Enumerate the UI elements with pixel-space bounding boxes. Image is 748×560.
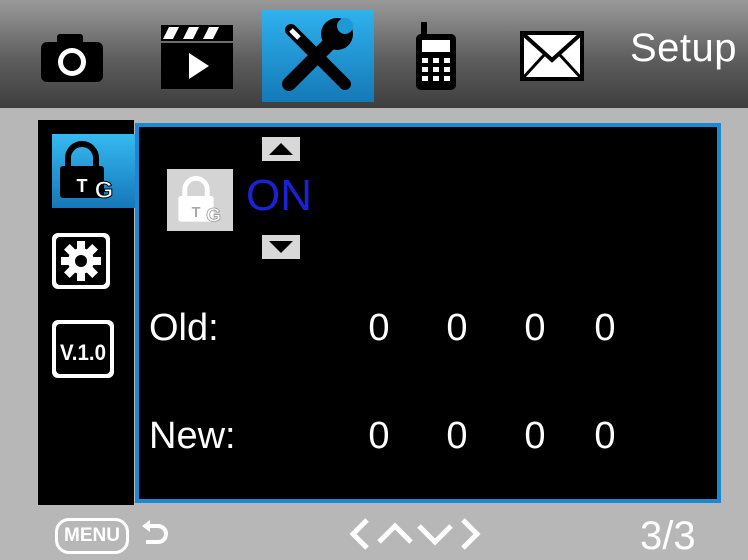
tab-video[interactable]	[142, 10, 252, 102]
settings-sidebar: T G V.1.0	[38, 120, 136, 505]
sidebar-item-general[interactable]	[50, 224, 136, 298]
cellphone-icon	[416, 22, 456, 90]
password-lock-icon: T G	[178, 176, 221, 227]
version-icon: V.1.0	[52, 320, 114, 378]
svg-text:G: G	[206, 206, 221, 227]
old-password-label: Old:	[149, 307, 219, 349]
password-lock-icon: T G	[60, 141, 114, 202]
chevron-down-icon[interactable]	[417, 524, 453, 546]
password-toggle-icon-box: T G	[167, 169, 233, 231]
version-label: V.1.0	[60, 340, 106, 365]
camera-icon	[41, 34, 103, 82]
new-password-digit[interactable]: 0	[437, 415, 477, 458]
chevron-right-icon[interactable]	[461, 518, 481, 550]
password-state-value[interactable]: ON	[246, 171, 312, 221]
top-tab-bar: Setup	[0, 0, 748, 108]
chevron-left-icon[interactable]	[349, 518, 369, 550]
svg-text:T: T	[192, 205, 201, 221]
new-password-digit[interactable]: 0	[359, 415, 399, 458]
old-password-digit[interactable]: 0	[585, 307, 625, 350]
chevron-up-icon	[269, 143, 293, 155]
back-arrow-icon[interactable]	[140, 520, 170, 548]
tab-camera[interactable]	[28, 10, 116, 102]
chevron-down-icon	[269, 241, 293, 253]
old-password-digit[interactable]: 0	[359, 307, 399, 350]
new-password-label: New:	[149, 415, 236, 457]
page-title: Setup	[630, 26, 738, 70]
decrease-button[interactable]	[262, 235, 300, 259]
navigation-arrows	[349, 518, 481, 550]
increase-button[interactable]	[262, 137, 300, 161]
password-panel: T G ON Old: 0 0 0 0 New: 0 0 0 0	[135, 123, 721, 503]
tab-settings[interactable]	[262, 10, 374, 102]
svg-text:T: T	[77, 176, 88, 196]
sidebar-item-version[interactable]: V.1.0	[50, 312, 136, 386]
footer-bar: MENU 3/3	[0, 508, 748, 560]
old-password-digit[interactable]: 0	[437, 307, 477, 350]
new-password-digit[interactable]: 0	[585, 415, 625, 458]
tools-icon	[282, 18, 353, 91]
page-indicator: 3/3	[640, 514, 696, 558]
video-clapper-icon	[161, 25, 233, 89]
gear-icon	[52, 233, 110, 289]
svg-text:G: G	[95, 177, 114, 202]
chevron-up-icon[interactable]	[377, 522, 413, 544]
menu-button[interactable]: MENU	[55, 518, 129, 554]
old-password-digit[interactable]: 0	[515, 307, 555, 350]
tab-network[interactable]	[388, 10, 484, 102]
tab-messages[interactable]	[498, 10, 606, 102]
new-password-digit[interactable]: 0	[515, 415, 555, 458]
envelope-icon	[520, 31, 584, 81]
sidebar-item-password[interactable]: T G	[52, 134, 136, 208]
